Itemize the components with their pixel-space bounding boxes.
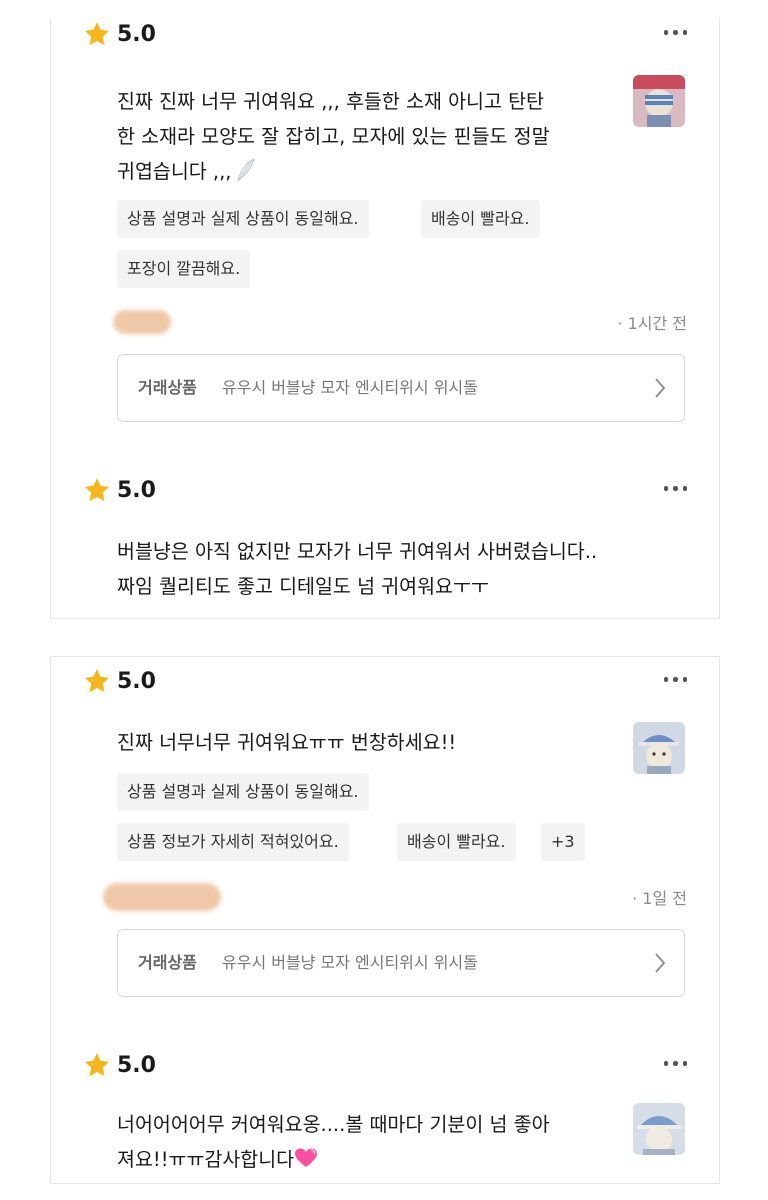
review-text: 버블냥은 아직 없지만 모자가 너무 귀여워서 사버렸습니다.. 짜임 퀄리티도… [117, 534, 677, 604]
rating: 5.0 [83, 20, 156, 48]
more-options-icon[interactable] [663, 1061, 687, 1066]
wing-icon [236, 158, 255, 183]
product-name: 유우시 버블냥 모자 엔시티위시 위시돌 [222, 378, 478, 397]
rating-score: 5.0 [117, 1052, 156, 1078]
product-label: 거래상품 [138, 378, 197, 397]
tag-chip: 배송이 빨라요. [421, 200, 540, 238]
rating-score: 5.0 [117, 477, 156, 503]
product-name: 유우시 버블냥 모자 엔시티위시 위시돌 [222, 953, 478, 972]
chevron-right-icon [655, 378, 666, 398]
review-line: 버블냥은 아직 없지만 모자가 너무 귀여워서 사버렸습니다.. [117, 540, 598, 563]
photo-image [633, 75, 685, 127]
review-photo-thumbnail[interactable] [633, 722, 685, 774]
tag-chip: 상품 설명과 실제 상품이 동일해요. [117, 773, 369, 811]
more-options-icon[interactable] [663, 30, 687, 35]
review-panel-top: 5.0 진짜 진짜 너무 귀여워요 ,,, 후들한 소재 아니고 탄탄 한 소재… [50, 18, 720, 619]
tag-chip: 상품 정보가 자세히 적혀있어요. [117, 823, 349, 861]
review-line: 져요!!ㅠㅠ감사합니다 [117, 1142, 617, 1177]
rating: 5.0 [83, 667, 156, 695]
product-label: 거래상품 [138, 953, 197, 972]
rating-score: 5.0 [117, 668, 156, 694]
star-icon [84, 478, 110, 502]
review-line: 귀엽습니다 ,,, [117, 154, 617, 189]
heart-icon [295, 1148, 318, 1167]
product-link-card[interactable]: 거래상품 유우시 버블냥 모자 엔시티위시 위시돌 [117, 929, 685, 997]
photo-image [633, 1103, 685, 1155]
review-text: 진짜 너무너무 귀여워요ㅠㅠ 번창하세요!! [117, 725, 617, 760]
redacted-username [103, 883, 221, 911]
redacted-username [113, 310, 171, 334]
chevron-right-icon [655, 953, 666, 973]
more-options-icon[interactable] [663, 677, 687, 682]
review-line: 진짜 진짜 너무 귀여워요 ,,, 후들한 소재 아니고 탄탄 [117, 90, 544, 113]
review-line: 진짜 너무너무 귀여워요ㅠㅠ 번창하세요!! [117, 731, 457, 754]
review-line: 한 소재라 모양도 잘 잡히고, 모자에 있는 핀들도 정말 [117, 125, 550, 148]
star-icon [84, 22, 110, 46]
tag-chip: 배송이 빨라요. [397, 823, 516, 861]
review-line: 짜임 퀄리티도 좋고 디테일도 넘 귀여워요ㅜㅜ [117, 575, 489, 598]
review-panel-bottom: 5.0 진짜 너무너무 귀여워요ㅠㅠ 번창하세요!! 상품 설명과 실제 상품이… [50, 656, 720, 1184]
rating: 5.0 [83, 476, 156, 504]
review-photo-thumbnail[interactable] [633, 75, 685, 127]
review-text: 너어어어어무 커여워요옹....볼 때마다 기분이 넘 좋아 져요!!ㅠㅠ감사합… [117, 1107, 617, 1177]
review-line: 너어어어어무 커여워요옹....볼 때마다 기분이 넘 좋아 [117, 1113, 550, 1136]
star-icon [84, 1053, 110, 1077]
review-photo-thumbnail[interactable] [633, 1103, 685, 1155]
rating-score: 5.0 [117, 21, 156, 47]
rating: 5.0 [83, 1051, 156, 1079]
more-options-icon[interactable] [663, 486, 687, 491]
tag-chip: 포장이 깔끔해요. [117, 250, 251, 288]
photo-image [633, 722, 685, 774]
star-icon [84, 669, 110, 693]
tag-chip: 상품 설명과 실제 상품이 동일해요. [117, 200, 369, 238]
tag-more-count[interactable]: +3 [541, 823, 585, 861]
product-link-card[interactable]: 거래상품 유우시 버블냥 모자 엔시티위시 위시돌 [117, 354, 685, 422]
review-time: · 1일 전 [632, 889, 687, 908]
review-time: · 1시간 전 [617, 314, 687, 333]
review-text: 진짜 진짜 너무 귀여워요 ,,, 후들한 소재 아니고 탄탄 한 소재라 모양… [117, 84, 617, 189]
